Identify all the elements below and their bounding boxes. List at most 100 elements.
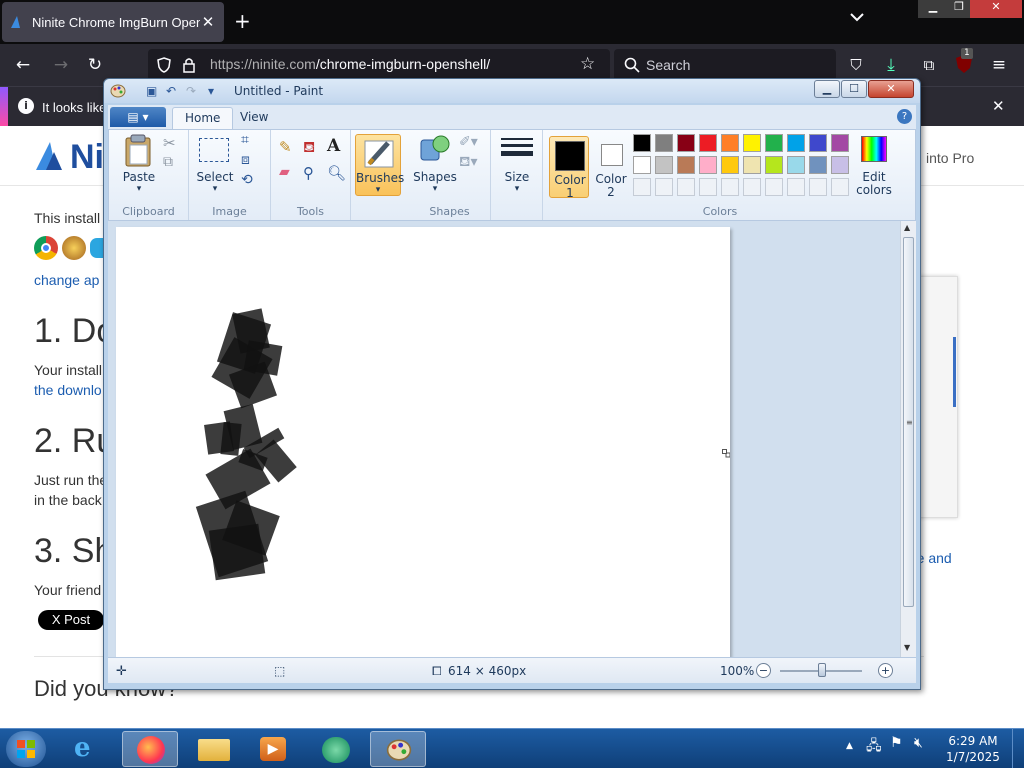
color-1-button[interactable]: Color 1 (549, 136, 589, 200)
palette-color-swatch[interactable] (809, 134, 827, 152)
site-logo-text[interactable]: Ni (70, 138, 104, 177)
fill-icon[interactable]: ⛾▾ (459, 154, 477, 172)
vertical-scrollbar[interactable]: ▲ ≡ ▼ (900, 221, 916, 657)
change-apps-link[interactable]: change ap (34, 272, 99, 288)
palette-color-swatch[interactable] (721, 156, 739, 174)
scroll-up-icon[interactable]: ▲ (904, 223, 910, 232)
action-center-flag-icon[interactable]: ⚑ (890, 735, 903, 751)
shapes-icon[interactable] (419, 134, 451, 164)
pocket-icon[interactable]: ⛉ (845, 54, 867, 76)
drawing-canvas[interactable] (116, 227, 731, 657)
shapes-dropdown-icon[interactable]: ▾ (411, 184, 459, 194)
palette-color-swatch[interactable] (699, 156, 717, 174)
palette-color-swatch[interactable] (831, 134, 849, 152)
custom-color-slot[interactable] (699, 178, 717, 196)
show-desktop-button[interactable] (1012, 729, 1024, 768)
firefox-icon[interactable] (122, 731, 178, 767)
edit-colors-button[interactable]: Edit colors (856, 134, 892, 198)
scroll-down-icon[interactable]: ▼ (904, 643, 910, 652)
palette-color-swatch[interactable] (699, 134, 717, 152)
forward-arrow-icon[interactable]: → (50, 54, 72, 76)
sync-app-icon[interactable] (308, 731, 364, 767)
close-icon[interactable]: ✕ (970, 0, 1022, 18)
url-text[interactable]: https://ninite.com/chrome-imgburn-opensh… (210, 56, 490, 72)
palette-color-swatch[interactable] (831, 156, 849, 174)
ninite-logo-icon[interactable] (34, 140, 66, 172)
palette-color-swatch[interactable] (809, 156, 827, 174)
file-explorer-icon[interactable] (186, 731, 242, 767)
address-bar[interactable]: https://ninite.com/chrome-imgburn-opensh… (148, 49, 610, 81)
palette-color-swatch[interactable] (633, 156, 651, 174)
paint-close-icon[interactable]: ✕ (868, 80, 914, 98)
resize-icon[interactable]: ⧈ (241, 152, 250, 168)
size-group[interactable]: Size ▾ (491, 130, 543, 220)
eraser-icon[interactable]: ▰ (279, 164, 290, 180)
paint-taskbar-icon[interactable] (370, 731, 426, 767)
palette-color-swatch[interactable] (655, 156, 673, 174)
customize-quick-access-icon[interactable]: ▾ (208, 84, 214, 98)
pencil-icon[interactable]: ✎ (279, 138, 292, 156)
reload-icon[interactable]: ↻ (84, 54, 106, 76)
scroll-thumb[interactable]: ≡ (903, 237, 914, 607)
custom-color-slot[interactable] (743, 178, 761, 196)
outline-icon[interactable]: ✐▾ (459, 134, 478, 150)
rotate-icon[interactable]: ⟲ (241, 172, 253, 188)
color-picker-icon[interactable]: ⚲ (303, 164, 314, 182)
crop-icon[interactable]: ⌗ (241, 132, 249, 148)
new-tab-button[interactable]: + (234, 10, 251, 32)
palette-color-swatch[interactable] (787, 134, 805, 152)
network-icon[interactable]: 🖧︎ (866, 735, 882, 759)
shapes-label[interactable]: Shapes (411, 170, 459, 184)
custom-color-slot[interactable] (633, 178, 651, 196)
palette-color-swatch[interactable] (721, 134, 739, 152)
cut-icon[interactable]: ✂ (163, 134, 176, 152)
save-icon[interactable]: ▣ (146, 84, 157, 98)
volume-muted-icon[interactable]: 🔇︎ (914, 735, 923, 751)
paint-maximize-icon[interactable]: ☐ (841, 80, 867, 98)
palette-color-swatch[interactable] (743, 134, 761, 152)
custom-color-slot[interactable] (809, 178, 827, 196)
custom-color-slot[interactable] (655, 178, 673, 196)
x-post-button[interactable]: X Post (38, 610, 104, 630)
paste-dropdown-icon[interactable]: ▾ (115, 184, 163, 194)
color-2-button[interactable]: Color 2 (591, 136, 631, 199)
custom-color-slot[interactable] (677, 178, 695, 196)
brushes-button[interactable]: Brushes ▾ (355, 134, 404, 196)
palette-color-swatch[interactable] (743, 156, 761, 174)
help-icon[interactable]: ? (897, 109, 912, 124)
list-all-tabs-chevron-icon[interactable] (850, 12, 864, 22)
media-player-icon[interactable]: ▶ (246, 731, 302, 767)
palette-color-swatch[interactable] (655, 134, 673, 152)
tab-view[interactable]: View (228, 107, 280, 129)
internet-explorer-icon[interactable]: e (62, 731, 118, 767)
zoom-in-icon[interactable]: + (878, 663, 893, 678)
fill-bucket-icon[interactable]: ⛾ (303, 138, 315, 158)
paint-app-icon[interactable] (110, 83, 126, 99)
search-box[interactable]: Search (614, 49, 836, 81)
custom-color-slot[interactable] (831, 178, 849, 196)
custom-color-slot[interactable] (765, 178, 783, 196)
back-arrow-icon[interactable]: ← (12, 54, 34, 76)
palette-color-swatch[interactable] (765, 134, 783, 152)
custom-color-slot[interactable] (787, 178, 805, 196)
canvas-resize-handle[interactable] (722, 449, 727, 454)
minimize-icon[interactable]: ▁ (918, 0, 948, 18)
text-tool-icon[interactable]: A (327, 136, 340, 156)
paint-title-bar[interactable]: ▣ ↶ ↷ ▾ Untitled - Paint ▁ ☐ ✕ (104, 79, 920, 103)
paste-icon[interactable] (123, 134, 153, 168)
tab-close-icon[interactable]: ✕ (200, 13, 216, 31)
menu-hamburger-icon[interactable]: ≡ (988, 54, 1010, 76)
start-button-icon[interactable] (6, 731, 46, 767)
pro-link[interactable]: into Pro (926, 150, 974, 166)
redo-icon[interactable]: ↷ (186, 84, 196, 98)
custom-color-slot[interactable] (721, 178, 739, 196)
downloads-icon[interactable]: ⤓ (880, 54, 902, 76)
zoom-slider-thumb[interactable] (818, 663, 826, 677)
paste-label[interactable]: Paste (115, 170, 163, 184)
tab-home[interactable]: Home (172, 107, 234, 129)
palette-color-swatch[interactable] (677, 134, 695, 152)
select-icon[interactable] (199, 138, 229, 162)
paint-minimize-icon[interactable]: ▁ (814, 80, 840, 98)
undo-icon[interactable]: ↶ (166, 84, 176, 98)
palette-color-swatch[interactable] (633, 134, 651, 152)
